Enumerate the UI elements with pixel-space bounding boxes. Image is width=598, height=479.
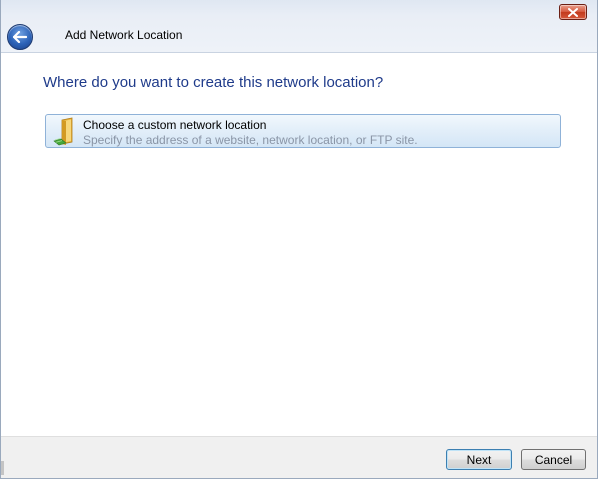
option-title: Choose a custom network location [83,118,267,132]
back-button[interactable] [7,24,33,50]
cancel-button[interactable]: Cancel [521,449,586,470]
dialog-title: Add Network Location [65,28,183,42]
resize-grip[interactable] [1,461,4,475]
option-description: Specify the address of a website, networ… [83,133,418,147]
next-button[interactable]: Next [446,449,512,470]
back-arrow-icon [13,31,27,43]
option-custom-network-location[interactable]: Choose a custom network location Specify… [45,114,561,148]
dialog-footer: Next Cancel [1,436,597,478]
network-folder-icon [53,117,73,146]
page-heading: Where do you want to create this network… [43,74,384,91]
add-network-location-dialog: Add Network Location Where do you want t… [0,0,598,479]
close-icon [568,7,578,17]
dialog-header: Add Network Location [1,0,597,53]
close-button[interactable] [559,4,587,20]
